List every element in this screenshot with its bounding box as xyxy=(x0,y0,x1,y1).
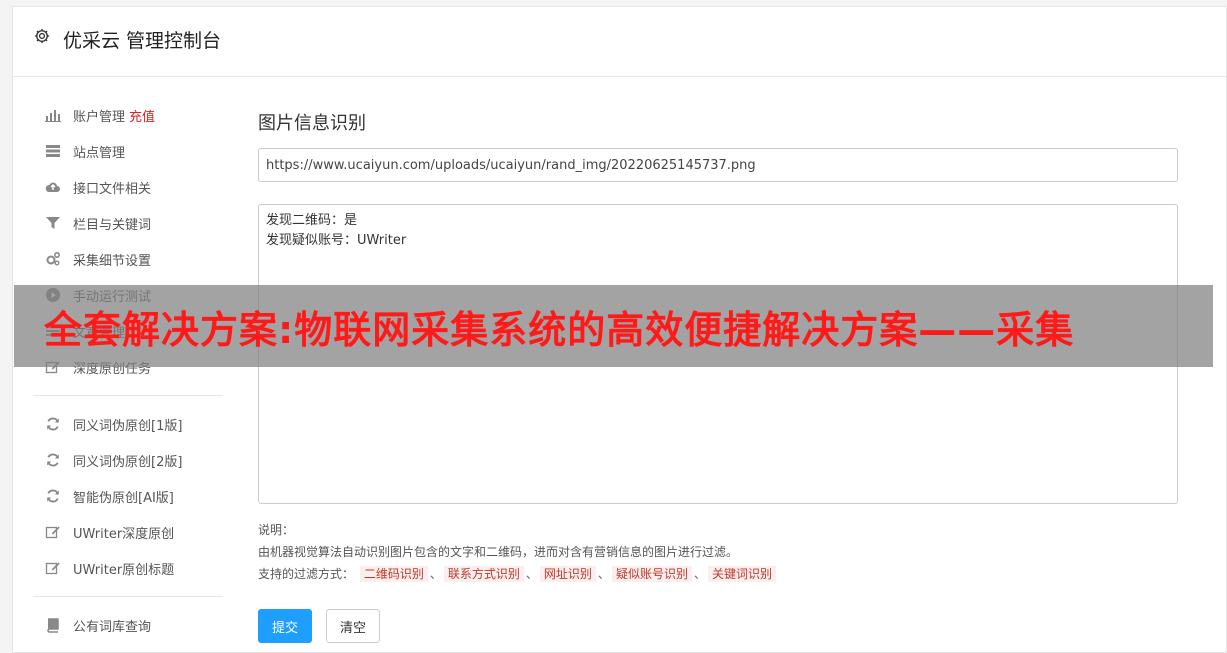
filter-tag: 二维码识别 xyxy=(359,566,428,582)
clear-button[interactable]: 清空 xyxy=(326,609,380,643)
result-line: 发现疑似账号：UWriter xyxy=(266,233,407,248)
sidebar-item[interactable]: 智能伪原创[AI版] xyxy=(33,478,223,514)
sidebar-item-label: 栏目与关键词 xyxy=(73,217,152,233)
sidebar-divider xyxy=(33,395,223,396)
tag-separator: 、 xyxy=(597,567,610,581)
sidebar-item-label: 账户管理 xyxy=(73,109,126,125)
cogs-icon xyxy=(45,251,61,267)
submit-button[interactable]: 提交 xyxy=(258,609,312,643)
sidebar-nav: 账户管理充值站点管理接口文件相关栏目与关键词采集细节设置手动运行测试文章管理深度… xyxy=(33,97,223,643)
sidebar-item-label: 智能伪原创[AI版] xyxy=(73,490,174,506)
filter-tag: 联系方式识别 xyxy=(443,566,524,582)
sidebar-item[interactable]: 接口文件相关 xyxy=(33,169,223,205)
gear-icon xyxy=(34,28,50,44)
filter-methods: 支持的过滤方式： 二维码识别、联系方式识别、网址识别、疑似账号识别、关键词识别 xyxy=(258,563,778,585)
sidebar-item[interactable]: 账户管理 充值 xyxy=(33,97,223,133)
notes-description: 由机器视觉算法自动识别图片包含的文字和二维码，进而对含有营销信息的图片进行过滤。 xyxy=(258,545,739,559)
overlay-banner-text: 全套解决方案:物联网采集系统的高效便捷解决方案——采集 xyxy=(44,307,1075,352)
filter-icon xyxy=(45,215,61,231)
result-line: 发现二维码：是 xyxy=(266,213,358,228)
sidebar-item[interactable]: UWriter深度原创 xyxy=(33,514,223,550)
filter-tag: 关键词识别 xyxy=(707,566,776,582)
overlay-banner: 全套解决方案:物联网采集系统的高效便捷解决方案——采集 xyxy=(14,285,1213,367)
sidebar-item[interactable]: 公有词库查询 xyxy=(33,607,223,643)
sidebar-item-label: 接口文件相关 xyxy=(73,181,152,197)
notes-section: 说明： 由机器视觉算法自动识别图片包含的文字和二维码，进而对含有营销信息的图片进… xyxy=(258,519,778,585)
filter-tag: 疑似账号识别 xyxy=(611,566,692,582)
refresh-icon xyxy=(45,452,61,468)
tag-separator: 、 xyxy=(429,567,442,581)
app-title: 优采云 管理控制台 xyxy=(63,30,222,52)
page-title: 图片信息识别 xyxy=(258,113,366,134)
book-icon xyxy=(45,617,61,633)
app-header: 优采云 管理控制台 xyxy=(13,7,1226,77)
sidebar-item[interactable]: 栏目与关键词 xyxy=(33,205,223,241)
sidebar-item-label: 同义词伪原创[2版] xyxy=(73,454,183,470)
bar-chart-icon xyxy=(45,107,61,123)
main-panel: 图片信息识别 发现二维码：是发现疑似账号：UWriter 说明： 由机器视觉算法… xyxy=(258,102,1178,643)
sidebar-item-label: 同义词伪原创[1版] xyxy=(73,418,183,434)
sidebar-item-label: UWriter原创标题 xyxy=(73,562,175,578)
sidebar-divider xyxy=(33,596,223,597)
tag-separator: 、 xyxy=(693,567,706,581)
edit-icon xyxy=(45,560,61,576)
tag-separator: 、 xyxy=(525,567,538,581)
sidebar-item[interactable]: 采集细节设置 xyxy=(33,241,223,277)
filter-tag: 网址识别 xyxy=(539,566,596,582)
sidebar-item[interactable]: 站点管理 xyxy=(33,133,223,169)
server-icon xyxy=(45,143,61,159)
image-url-input[interactable] xyxy=(258,148,1178,182)
filter-label: 支持的过滤方式： xyxy=(258,567,355,581)
refresh-icon xyxy=(45,416,61,432)
notes-label: 说明： xyxy=(258,523,295,537)
sidebar-item-label: UWriter深度原创 xyxy=(73,526,175,542)
sidebar-item[interactable]: 同义词伪原创[1版] xyxy=(33,406,223,442)
edit-icon xyxy=(45,524,61,540)
refresh-icon xyxy=(45,488,61,504)
sidebar-item[interactable]: UWriter原创标题 xyxy=(33,550,223,586)
sidebar-item-label: 公有词库查询 xyxy=(73,619,152,635)
cloud-upload-icon xyxy=(45,179,61,195)
sidebar-item-label: 站点管理 xyxy=(73,145,126,161)
sidebar-item[interactable]: 同义词伪原创[2版] xyxy=(33,442,223,478)
recharge-link[interactable]: 充值 xyxy=(129,106,155,125)
sidebar-item-label: 采集细节设置 xyxy=(73,253,152,269)
